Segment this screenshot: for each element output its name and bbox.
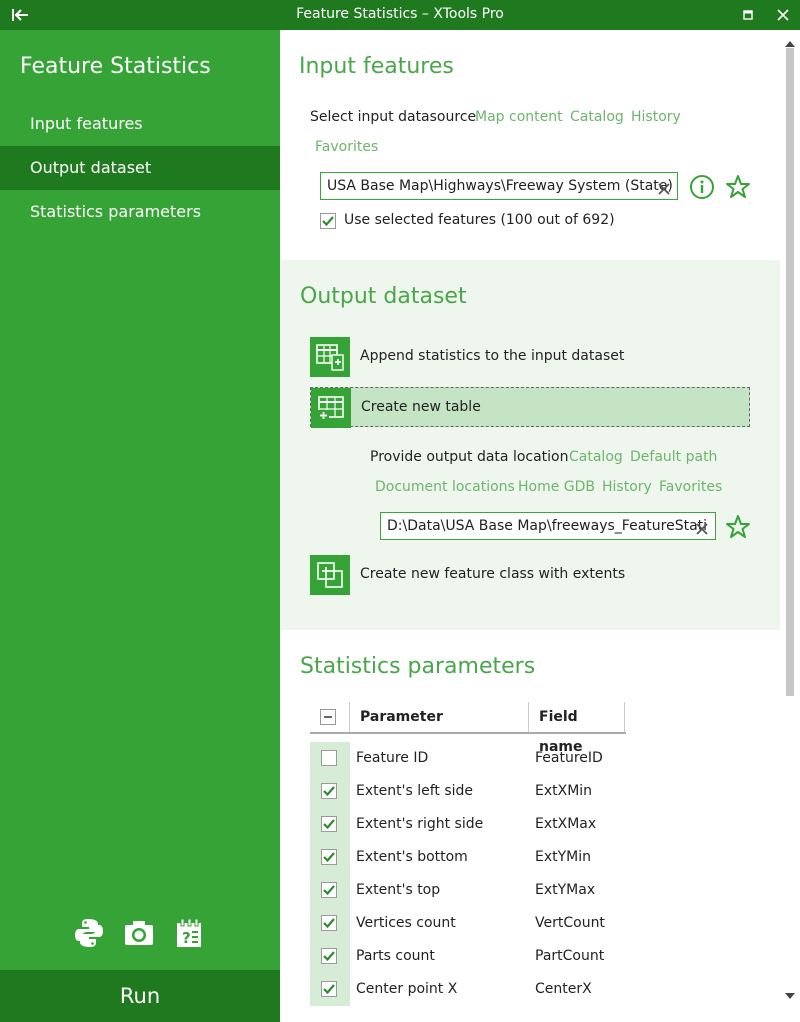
output-link-default-path[interactable]: Default path xyxy=(630,449,717,465)
close-icon[interactable] xyxy=(772,4,794,26)
row-parameter: Extent's left side xyxy=(356,783,473,799)
input-datasource-field[interactable]: USA Base Map\Highways\Freeway System (St… xyxy=(320,172,678,200)
row-field-name[interactable]: PartCount xyxy=(535,948,604,964)
favorite-star-icon[interactable] xyxy=(725,174,751,200)
output-dataset-title: Output dataset xyxy=(300,284,467,309)
option-feature-class-label: Create new feature class with extents xyxy=(360,566,626,582)
option-create-new-table[interactable]: Create new table xyxy=(310,387,750,428)
column-header-field-name[interactable]: Field name xyxy=(529,702,625,755)
maximize-icon[interactable] xyxy=(737,4,759,26)
sidebar-item-input-features[interactable]: Input features xyxy=(0,102,280,146)
option-create-feature-class[interactable]: Create new feature class with extents xyxy=(310,555,750,595)
table-row[interactable]: Extent's right side ExtXMax xyxy=(310,808,750,841)
output-link-document-locations[interactable]: Document locations xyxy=(375,479,515,495)
row-checkbox[interactable] xyxy=(321,981,337,997)
svg-text:?: ? xyxy=(182,929,191,947)
row-checkbox[interactable] xyxy=(321,948,337,964)
row-parameter: Extent's right side xyxy=(356,816,484,832)
option-create-table-label: Create new table xyxy=(361,399,481,415)
statistics-parameters-title: Statistics parameters xyxy=(300,654,536,679)
scroll-down-icon[interactable] xyxy=(784,988,796,999)
header-select-all-cell xyxy=(310,702,350,732)
row-parameter: Center point X xyxy=(356,981,458,997)
table-row[interactable]: Extent's left side ExtXMin xyxy=(310,775,750,808)
window-title: Feature Statistics – XTools Pro xyxy=(296,6,504,22)
link-favorites[interactable]: Favorites xyxy=(315,139,378,155)
scroll-up-icon[interactable] xyxy=(784,36,796,47)
table-row[interactable]: Center point X CenterX xyxy=(310,973,750,1006)
new-table-icon xyxy=(311,388,351,428)
clear-output-icon[interactable] xyxy=(695,519,709,535)
output-location-value: D:\Data\USA Base Map\freeways_FeatureSta… xyxy=(387,518,708,534)
scrollbar[interactable] xyxy=(780,30,800,1022)
run-button[interactable]: Run xyxy=(0,970,280,1022)
table-row[interactable]: Parts count PartCount xyxy=(310,940,750,973)
sidebar: Feature Statistics Input features Output… xyxy=(0,30,280,1022)
table-row[interactable]: Feature ID FeatureID xyxy=(310,742,750,775)
row-field-name[interactable]: ExtYMax xyxy=(535,882,595,898)
sidebar-item-output-dataset[interactable]: Output dataset xyxy=(0,146,280,190)
row-field-name[interactable]: CenterX xyxy=(535,981,592,997)
row-field-name[interactable]: FeatureID xyxy=(535,750,603,766)
python-icon[interactable] xyxy=(72,916,106,950)
use-selected-checkbox[interactable] xyxy=(320,213,336,229)
row-parameter: Vertices count xyxy=(356,915,456,931)
output-favorite-star-icon[interactable] xyxy=(725,514,751,540)
sidebar-tools: ? xyxy=(72,916,206,950)
link-catalog[interactable]: Catalog xyxy=(570,109,624,125)
link-history[interactable]: History xyxy=(631,109,681,125)
row-field-name[interactable]: ExtYMin xyxy=(535,849,591,865)
row-parameter: Feature ID xyxy=(356,750,429,766)
row-checkbox[interactable] xyxy=(321,849,337,865)
output-link-history[interactable]: History xyxy=(602,479,652,495)
option-append-statistics[interactable]: Append statistics to the input dataset xyxy=(310,337,750,377)
main-content: Input features Select input datasource M… xyxy=(280,30,780,1022)
row-checkbox[interactable] xyxy=(321,882,337,898)
table-row[interactable]: Vertices count VertCount xyxy=(310,907,750,940)
row-checkbox[interactable] xyxy=(321,816,337,832)
column-header-parameter[interactable]: Parameter xyxy=(350,702,529,732)
row-field-name[interactable]: ExtXMax xyxy=(535,816,596,832)
option-append-label: Append statistics to the input dataset xyxy=(360,348,625,364)
row-checkbox[interactable] xyxy=(321,783,337,799)
select-all-checkbox[interactable] xyxy=(320,709,336,725)
input-datasource-value: USA Base Map\Highways\Freeway System (St… xyxy=(327,178,673,194)
input-features-title: Input features xyxy=(299,54,454,79)
link-map-content[interactable]: Map content xyxy=(475,109,563,125)
stats-grid-header: Parameter Field name xyxy=(310,702,626,755)
row-checkbox[interactable] xyxy=(321,915,337,931)
append-table-icon xyxy=(310,337,350,377)
sidebar-item-statistics-parameters[interactable]: Statistics parameters xyxy=(0,190,280,234)
row-parameter: Extent's bottom xyxy=(356,849,468,865)
table-row[interactable]: Extent's bottom ExtYMin xyxy=(310,841,750,874)
output-link-home-gdb[interactable]: Home GDB xyxy=(518,479,595,495)
output-location-field[interactable]: D:\Data\USA Base Map\freeways_FeatureSta… xyxy=(380,512,716,540)
clear-input-icon[interactable] xyxy=(657,179,671,195)
output-link-favorites[interactable]: Favorites xyxy=(659,479,722,495)
help-notes-icon[interactable]: ? xyxy=(172,916,206,950)
output-location-label: Provide output data location xyxy=(370,449,569,465)
table-row[interactable]: Extent's top ExtYMax xyxy=(310,874,750,907)
row-parameter: Extent's top xyxy=(356,882,441,898)
use-selected-label: Use selected features (100 out of 692) xyxy=(344,212,615,228)
datasource-label: Select input datasource xyxy=(310,109,477,125)
row-checkbox[interactable] xyxy=(321,750,337,766)
row-field-name[interactable]: ExtXMin xyxy=(535,783,592,799)
output-link-catalog[interactable]: Catalog xyxy=(569,449,623,465)
sidebar-heading: Feature Statistics xyxy=(20,54,211,79)
info-icon[interactable] xyxy=(689,174,715,200)
extent-feature-class-icon xyxy=(310,555,350,595)
camera-icon[interactable] xyxy=(122,916,156,950)
row-field-name[interactable]: VertCount xyxy=(535,915,605,931)
scrollbar-thumb[interactable] xyxy=(786,48,794,696)
title-bar: Feature Statistics – XTools Pro xyxy=(0,0,800,30)
row-parameter: Parts count xyxy=(356,948,435,964)
